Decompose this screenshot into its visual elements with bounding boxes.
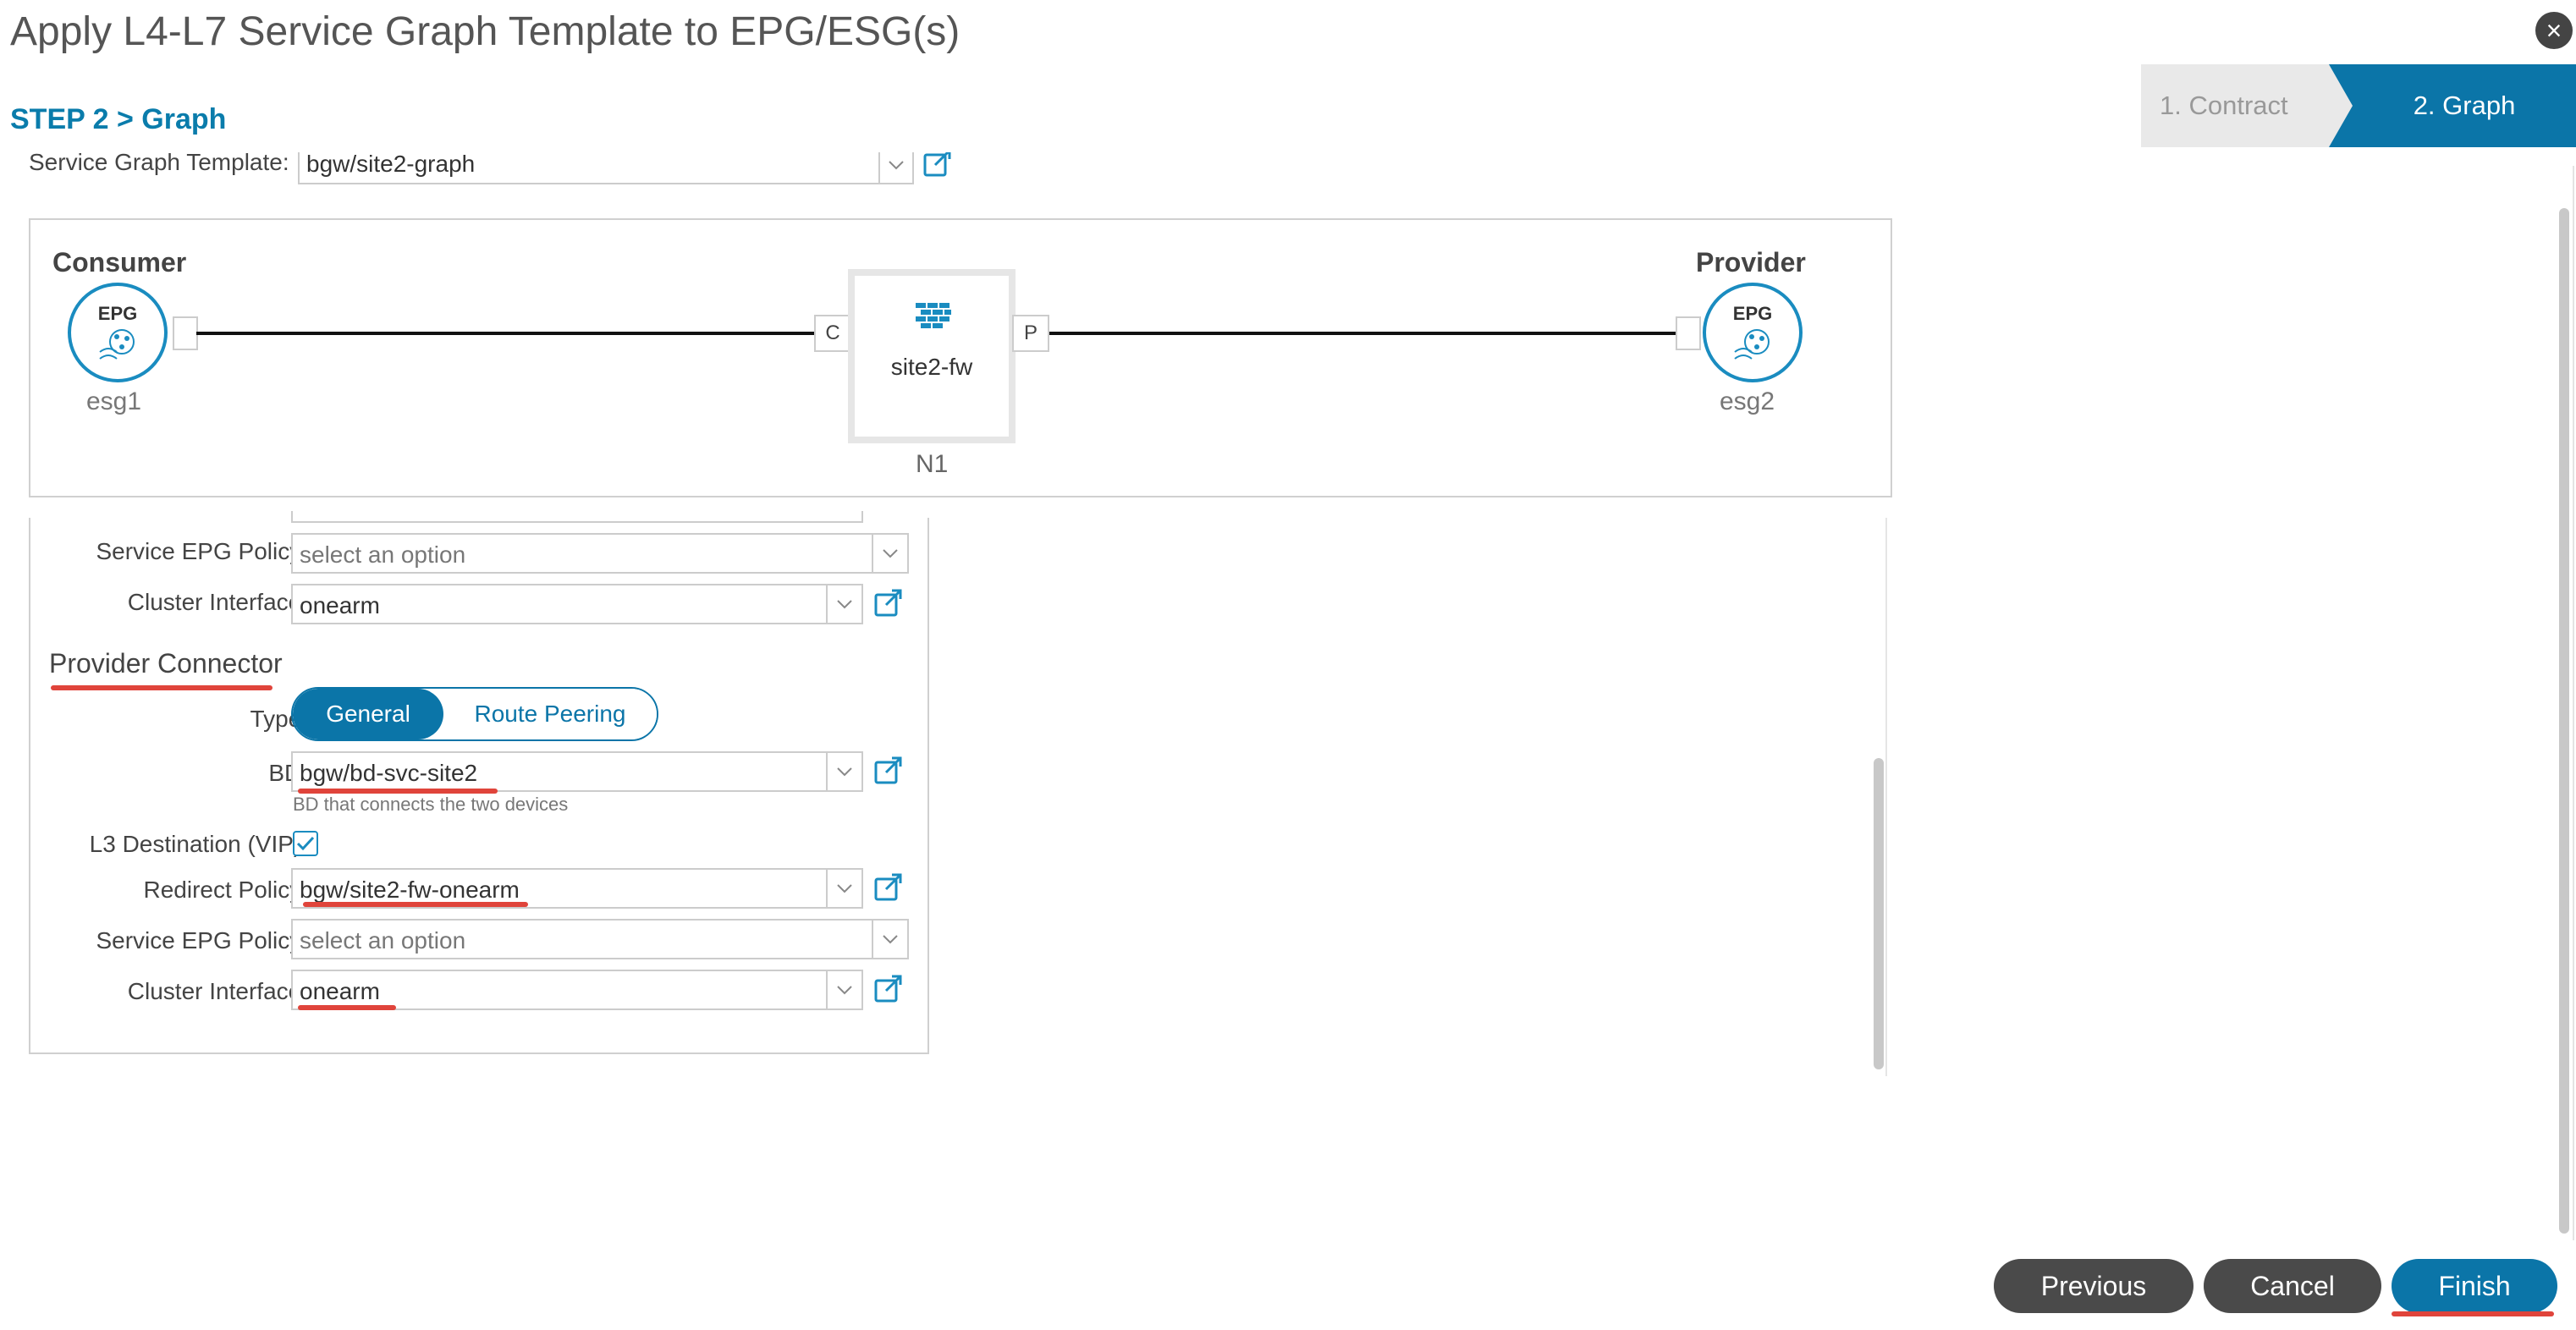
- consumer-port: [173, 316, 198, 350]
- consumer-service-epg-policy-label: Service EPG Policy:: [96, 538, 308, 564]
- provider-label: Provider: [1696, 247, 1806, 278]
- chevron-down-icon[interactable]: [826, 971, 861, 1008]
- wizard-step-graph[interactable]: 2. Graph: [2329, 64, 2576, 147]
- panel-divider: [1885, 518, 1887, 1076]
- consumer-epg-type: EPG: [97, 303, 138, 324]
- l3-destination-label: L3 Destination (VIP):: [89, 831, 308, 857]
- provider-cluster-interface-select[interactable]: onearm: [291, 970, 863, 1010]
- provider-port: [1676, 316, 1701, 350]
- epg-icon: [1734, 329, 1770, 360]
- consumer-cluster-interface-select[interactable]: onearm: [291, 584, 863, 624]
- chevron-down-icon[interactable]: [826, 753, 861, 790]
- consumer-epg-name: esg1: [86, 387, 142, 415]
- redirect-policy-value: bgw/site2-fw-onearm: [300, 877, 520, 903]
- checkmark-icon: [296, 836, 315, 851]
- node-consumer-port: C: [814, 315, 851, 352]
- type-option-general[interactable]: General: [293, 689, 443, 739]
- external-link-icon[interactable]: [873, 871, 904, 902]
- step-label: STEP 2 > Graph: [10, 103, 227, 135]
- chevron-down-icon[interactable]: [872, 535, 907, 572]
- bd-value: bgw/bd-svc-site2: [300, 760, 478, 786]
- provider-service-epg-policy-placeholder: select an option: [300, 927, 466, 954]
- previous-button[interactable]: Previous: [1994, 1259, 2193, 1313]
- provider-service-epg-policy-label: Service EPG Policy:: [96, 927, 308, 954]
- epg-icon: [99, 329, 135, 360]
- annotation-underline: [2392, 1311, 2554, 1316]
- provider-link-line: [1049, 332, 1677, 335]
- type-option-route-peering[interactable]: Route Peering: [443, 689, 657, 739]
- annotation-underline: [51, 685, 272, 690]
- outer-scroll-track: [2573, 166, 2574, 1240]
- consumer-label: Consumer: [52, 247, 187, 278]
- annotation-underline: [298, 1005, 396, 1010]
- provider-connector-title: Provider Connector: [49, 648, 283, 679]
- service-node[interactable]: site2-fw: [848, 269, 1016, 443]
- service-graph-diagram: Consumer EPG esg1 C site2-fw P N1 Provid…: [29, 218, 1892, 497]
- provider-cluster-interface-label: Cluster Interface:: [127, 978, 308, 1004]
- consumer-epg-node[interactable]: EPG: [68, 283, 168, 382]
- chevron-down-icon[interactable]: [878, 152, 912, 184]
- consumer-cluster-interface-label: Cluster Interface:: [127, 589, 308, 615]
- type-toggle: General Route Peering: [291, 687, 658, 741]
- inner-scrollbar[interactable]: [1874, 758, 1884, 1069]
- wizard-step-contract[interactable]: 1. Contract: [2141, 64, 2353, 147]
- consumer-link-line: [196, 332, 841, 335]
- consumer-service-epg-policy-select[interactable]: select an option: [291, 533, 909, 574]
- finish-button[interactable]: Finish: [2392, 1259, 2557, 1313]
- template-select[interactable]: bgw/site2-graph: [298, 152, 914, 184]
- external-link-icon[interactable]: [873, 587, 904, 618]
- l3-destination-checkbox[interactable]: [293, 831, 318, 856]
- chevron-down-icon[interactable]: [872, 921, 907, 958]
- chevron-down-icon[interactable]: [826, 870, 861, 907]
- external-link-icon[interactable]: [873, 755, 904, 785]
- outer-scrollbar[interactable]: [2559, 208, 2569, 1234]
- template-value: bgw/site2-graph: [306, 152, 476, 177]
- bd-select[interactable]: bgw/bd-svc-site2: [291, 751, 863, 792]
- bd-helper-text: BD that connects the two devices: [293, 794, 569, 815]
- close-icon[interactable]: ×: [2535, 12, 2573, 49]
- external-link-icon[interactable]: [873, 973, 904, 1003]
- consumer-service-epg-policy-placeholder: select an option: [300, 541, 466, 568]
- provider-epg-node[interactable]: EPG: [1703, 283, 1803, 382]
- provider-cluster-interface-value: onearm: [300, 978, 380, 1004]
- annotation-underline: [303, 902, 528, 907]
- service-node-name: site2-fw: [890, 354, 973, 380]
- provider-epg-name: esg2: [1720, 387, 1775, 415]
- provider-epg-type: EPG: [1732, 303, 1773, 324]
- consumer-cluster-interface-value: onearm: [300, 592, 380, 618]
- firewall-icon: [916, 303, 951, 328]
- redirect-policy-label: Redirect Policy:: [143, 877, 308, 903]
- chevron-down-icon[interactable]: [826, 585, 861, 623]
- service-node-id: N1: [916, 450, 949, 478]
- wizard-steps: 1. Contract 2. Graph: [2141, 64, 2576, 147]
- cancel-button[interactable]: Cancel: [2204, 1259, 2381, 1313]
- provider-service-epg-policy-select[interactable]: select an option: [291, 919, 909, 959]
- connector-form-panel: Service EPG Policy: select an option Clu…: [29, 511, 929, 1054]
- dialog-title: Apply L4-L7 Service Graph Template to EP…: [10, 9, 960, 54]
- clipped-select: [291, 511, 863, 523]
- external-link-icon[interactable]: [922, 152, 953, 178]
- template-row: Service Graph Template: bgw/site2-graph: [0, 152, 1016, 188]
- template-label: Service Graph Template:: [29, 152, 289, 175]
- node-provider-port: P: [1012, 315, 1049, 352]
